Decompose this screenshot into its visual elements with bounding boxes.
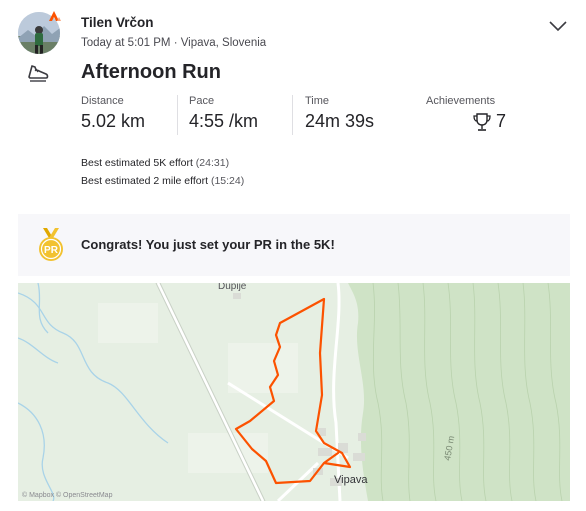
achievements-count: 7 <box>496 111 507 131</box>
map-attribution: © Mapbox © OpenStreetMap <box>22 491 113 499</box>
stat-label: Pace <box>189 95 215 107</box>
effort-time: (15:24) <box>210 175 245 187</box>
pr-banner: PR Congrats! You just set your PR in the… <box>18 214 570 276</box>
stat-label: Achievements <box>426 95 496 107</box>
running-shoe-icon <box>28 65 49 82</box>
stat-time: Time 24m 39s <box>305 95 374 132</box>
activity-meta: Today at 5:01 PM · Vipava, Slovenia <box>81 37 267 49</box>
athlete-name[interactable]: Tilen Vrčon <box>81 15 154 30</box>
pr-medal-icon: PR <box>39 228 63 261</box>
effort-time: (24:31) <box>195 157 230 169</box>
achievements-value: 7 <box>426 111 506 132</box>
stat-value: 24m 39s <box>305 111 375 131</box>
stat-distance: Distance 5.02 km <box>81 95 145 132</box>
stat-achievements[interactable]: Achievements 7 <box>426 95 506 132</box>
best-effort-2mile: Best estimated 2 mile effort (15:24) <box>81 175 244 187</box>
stat-divider <box>292 95 293 135</box>
map-label-dupije: Dupije <box>218 283 247 292</box>
activity-title[interactable]: Afternoon Run <box>81 61 221 84</box>
chevron-down-icon[interactable] <box>548 19 568 33</box>
stat-divider <box>177 95 178 135</box>
map-label-vipava: Vipava <box>334 474 368 486</box>
stat-value: 4:55 /km <box>189 111 259 131</box>
pr-badge-text: PR <box>44 245 59 256</box>
stat-label: Distance <box>81 95 124 107</box>
stat-value: 5.02 km <box>81 111 146 131</box>
stat-pace: Pace 4:55 /km <box>189 95 258 132</box>
route-map[interactable]: Dupije Vipava 450 m © Mapbox © OpenStree… <box>18 283 570 501</box>
stat-label: Time <box>305 95 330 107</box>
effort-label: Best estimated 2 mile effort <box>81 175 209 187</box>
best-effort-5k: Best estimated 5K effort (24:31) <box>81 157 229 169</box>
pr-message: Congrats! You just set your PR in the 5K… <box>81 237 335 252</box>
trophy-icon <box>473 112 491 131</box>
strava-logo-icon <box>49 11 61 21</box>
effort-label: Best estimated 5K effort <box>81 157 193 169</box>
